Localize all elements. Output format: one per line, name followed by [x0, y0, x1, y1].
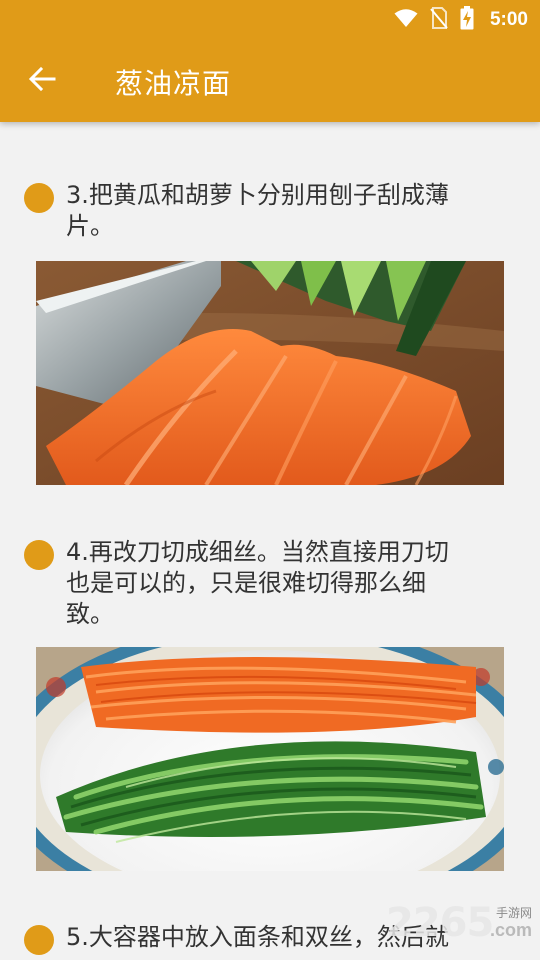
back-button[interactable] — [22, 61, 62, 101]
watermark-logo: 2265 手游网 .com — [386, 900, 536, 952]
app-bar: 5:00 葱油凉面 — [0, 0, 540, 122]
battery-charging-icon — [460, 5, 474, 35]
watermark-main-text: 2265 — [386, 900, 494, 946]
arrow-left-icon — [28, 65, 56, 97]
step-text-line: 片。 — [66, 212, 114, 240]
step-text: 4.再改刀切成细丝。当然直接用刀切 也是可以的，只是很难切得那么细 致。 — [66, 537, 506, 630]
watermark-small-text: 手游网 — [495, 906, 532, 920]
recipe-steps-list[interactable]: 3.把黄瓜和胡萝卜分别用刨子刮成薄 片。 4.再改刀切成细丝。当然直接用刀切 也… — [0, 122, 540, 960]
step-text-line: 也是可以的，只是很难切得那么细 — [66, 569, 426, 597]
step-text-line: 4.再改刀切成细丝。当然直接用刀切 — [66, 538, 449, 566]
no-sim-icon — [430, 6, 448, 34]
watermark-domain-text: .com — [489, 920, 532, 940]
shredded-carrot-cucumber-plate-photo[interactable] — [36, 647, 504, 871]
step-text-line: 3.把黄瓜和胡萝卜分别用刨子刮成薄 — [66, 181, 449, 209]
step-bullet — [24, 540, 54, 570]
toolbar: 葱油凉面 — [0, 40, 540, 122]
sliced-carrot-cucumber-photo[interactable] — [36, 261, 504, 485]
step-bullet — [24, 183, 54, 213]
step-text: 3.把黄瓜和胡萝卜分别用刨子刮成薄 片。 — [66, 180, 506, 242]
status-bar: 5:00 — [0, 0, 540, 40]
status-time: 5:00 — [489, 9, 528, 30]
page-title: 葱油凉面 — [115, 67, 232, 100]
step-bullet — [24, 925, 54, 955]
wifi-icon — [394, 8, 418, 33]
step-text-line: 致。 — [66, 600, 114, 628]
